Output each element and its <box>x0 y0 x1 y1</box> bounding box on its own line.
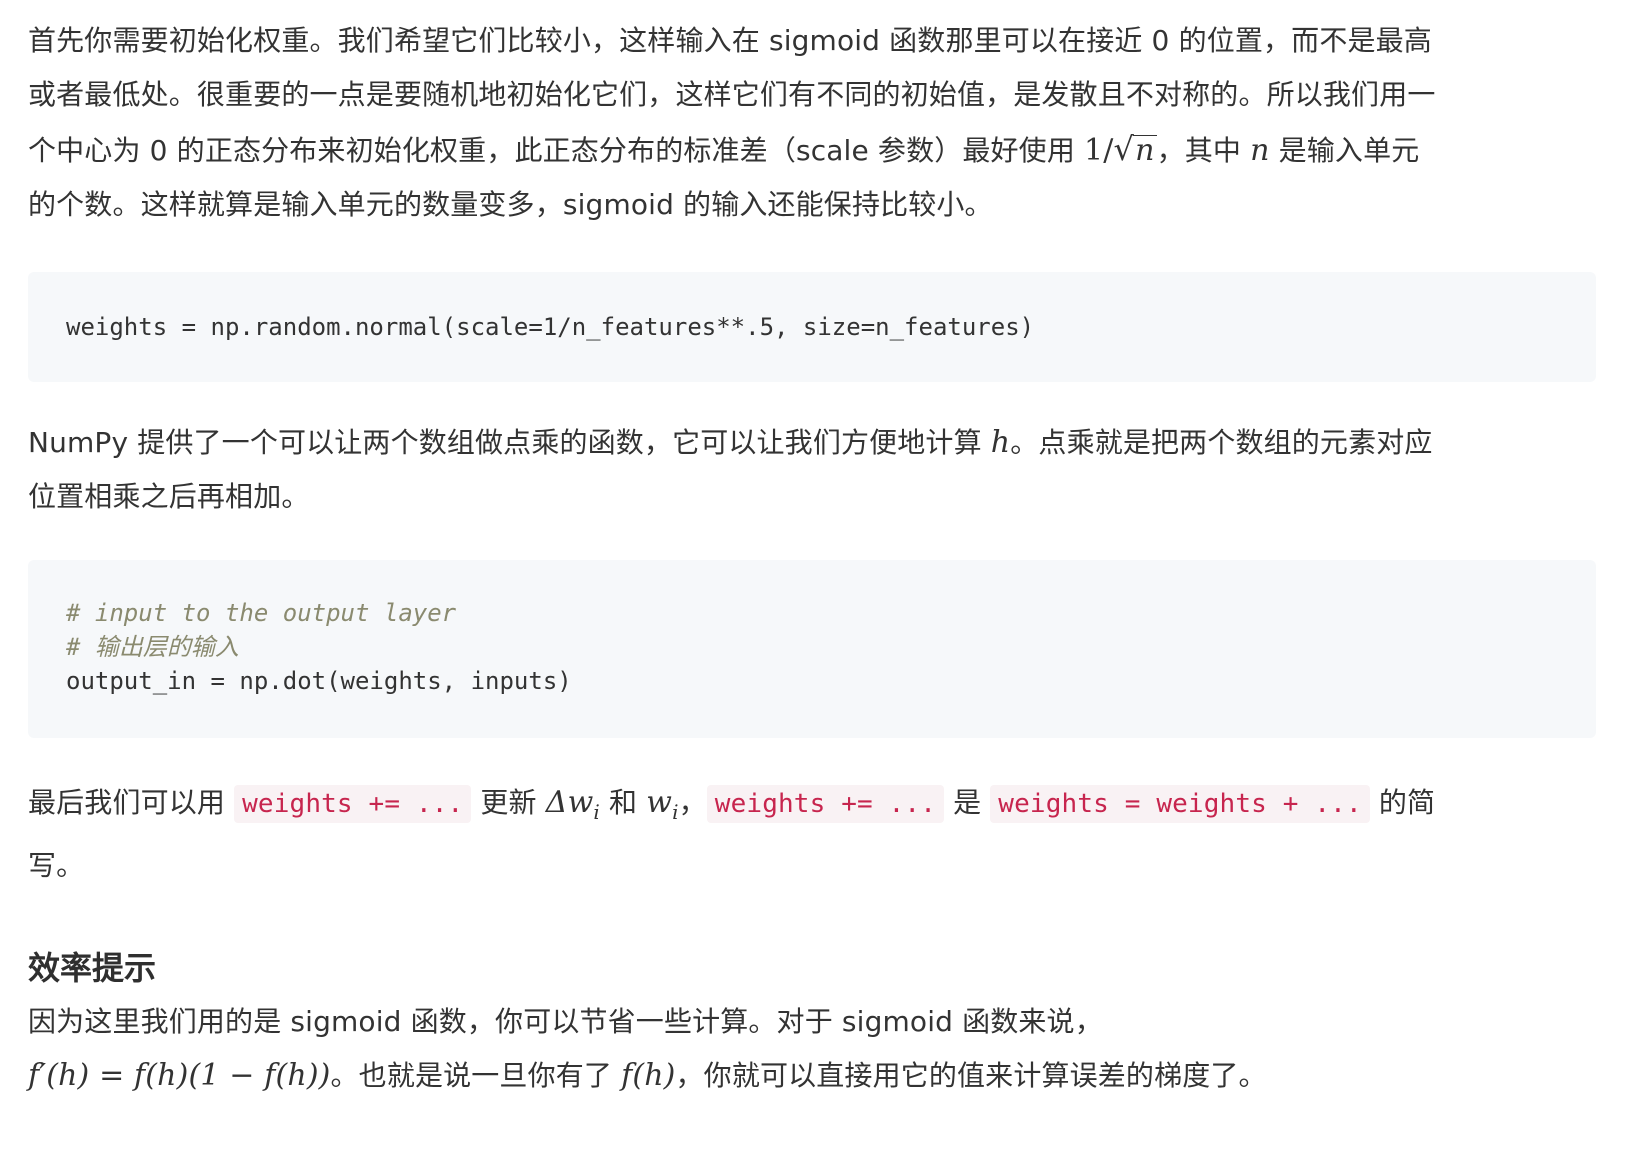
paragraph-efficiency: 因为这里我们用的是 sigmoid 函数，你可以节省一些计算。对于 sigmoi… <box>28 995 1596 1103</box>
text-span: 。也就是说一旦你有了 <box>330 1059 622 1092</box>
math-w-base: w <box>646 785 673 820</box>
sqrt-symbol: √ <box>1113 130 1135 168</box>
text-span: ，其中 <box>1156 134 1251 167</box>
paragraph-line: 位置相乘之后再相加。 <box>28 480 310 513</box>
text-span: 个中心为 0 的正态分布来初始化权重，此正态分布的标准差（scale 参数）最好… <box>28 134 1085 167</box>
inline-code: weights += ... <box>706 785 945 823</box>
text-span: 。点乘就是把两个数组的元素对应 <box>1010 426 1433 459</box>
paragraph-weight-init: 首先你需要初始化权重。我们希望它们比较小，这样输入在 sigmoid 函数那里可… <box>28 0 1596 232</box>
inline-code: weights = weights + ... <box>990 785 1370 823</box>
paragraph-line: NumPy 提供了一个可以让两个数组做点乘的函数，它可以让我们方便地计算 h。点… <box>28 416 1596 470</box>
math-derivative: f′(h) = f(h)(1 − f(h)) <box>28 1058 331 1093</box>
math-h: h <box>990 425 1011 460</box>
section-heading: 效率提示 <box>28 949 157 987</box>
code-line: output_in = np.dot(weights, inputs) <box>66 667 572 695</box>
math-delta-w: Δwi <box>545 785 600 824</box>
text-span: NumPy 提供了一个可以让两个数组做点乘的函数，它可以让我们方便地计算 <box>28 426 991 459</box>
text-span: 最后我们可以用 <box>28 786 235 819</box>
paragraph-line: f′(h) = f(h)(1 − f(h))。也就是说一旦你有了 f(h)，你就… <box>28 1049 1596 1103</box>
paragraph-line: 最后我们可以用 weights += ... 更新 Δwi 和 wi， weigh… <box>28 776 1596 839</box>
paragraph-weight-update: 最后我们可以用 weights += ... 更新 Δwi 和 wi， weigh… <box>28 776 1596 893</box>
code-block-dot: # input to the output layer # 输出层的输入 out… <box>28 560 1596 738</box>
paragraph-line: 写。 <box>28 849 85 882</box>
paragraph-line: 因为这里我们用的是 sigmoid 函数，你可以节省一些计算。对于 sigmoi… <box>28 1005 1103 1038</box>
text-span: 是 <box>944 786 991 819</box>
math-one-over: 1/ <box>1084 133 1114 168</box>
text-span: ， <box>678 786 707 819</box>
paragraph-line: 首先你需要初始化权重。我们希望它们比较小，这样输入在 sigmoid 函数那里可… <box>28 24 1432 57</box>
text-span: 的简 <box>1369 786 1436 819</box>
text-span: 更新 <box>471 786 546 819</box>
math-fh: f(h) <box>621 1058 676 1093</box>
text-span: 是输入单元 <box>1269 134 1420 167</box>
code-comment: # 输出层的输入 <box>66 633 239 661</box>
article-content: 首先你需要初始化权重。我们希望它们比较小，这样输入在 sigmoid 函数那里可… <box>0 0 1646 1103</box>
math-sqrt-n: n <box>1133 133 1157 168</box>
math-n: n <box>1250 133 1270 168</box>
paragraph-line: 个中心为 0 的正态分布来初始化权重，此正态分布的标准差（scale 参数）最好… <box>28 122 1596 178</box>
code-line: weights = np.random.normal(scale=1/n_fea… <box>66 313 1035 341</box>
code-block-weights: weights = np.random.normal(scale=1/n_fea… <box>28 272 1596 382</box>
code-comment: # input to the output layer <box>66 599 457 627</box>
text-span: ，你就可以直接用它的值来计算误差的梯度了。 <box>675 1059 1267 1092</box>
math-w: wi <box>646 785 678 824</box>
paragraph-line: 的个数。这样就算是输入单元的数量变多，sigmoid 的输入还能保持比较小。 <box>28 188 993 221</box>
paragraph-numpy-dot: NumPy 提供了一个可以让两个数组做点乘的函数，它可以让我们方便地计算 h。点… <box>28 416 1596 524</box>
text-span: 和 <box>599 786 647 819</box>
paragraph-line: 或者最低处。很重要的一点是要随机地初始化它们，这样它们有不同的初始值，是发散且不… <box>28 78 1436 111</box>
math-delta-w-base: Δw <box>545 785 594 820</box>
inline-code: weights += ... <box>234 785 472 823</box>
